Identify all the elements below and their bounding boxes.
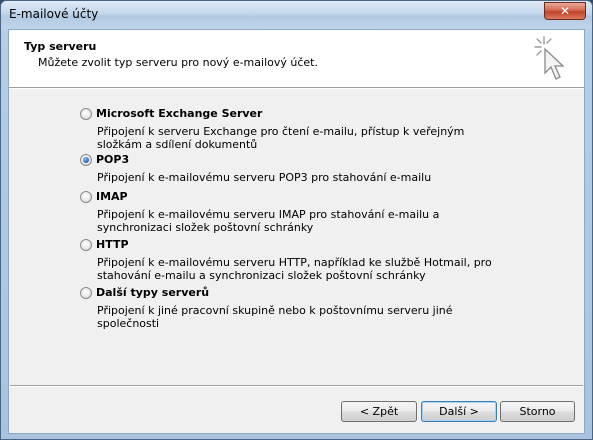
close-button[interactable]: ✕ (544, 2, 586, 20)
next-button[interactable]: Další > (421, 401, 497, 422)
dialog-client-area: Typ serveru Můžete zvolit typ serveru pr… (8, 29, 585, 434)
cancel-button[interactable]: Storno (500, 401, 575, 422)
option-label[interactable]: POP3 (96, 153, 129, 166)
option-description: Připojení k e-mailovému serveru HTTP, na… (97, 256, 492, 282)
option-description: Připojení k jiné pracovní skupině nebo k… (97, 304, 453, 330)
footer-divider (10, 385, 583, 387)
option-description: Připojení k e-mailovému serveru IMAP pro… (97, 208, 440, 234)
title-bar[interactable]: E-mailové účty ✕ (1, 1, 592, 29)
radio-imap[interactable] (80, 191, 92, 203)
radio-other[interactable] (80, 287, 92, 299)
option-label[interactable]: Microsoft Exchange Server (96, 107, 262, 120)
option-description: Připojení k serveru Exchange pro čtení e… (97, 125, 465, 151)
radio-http[interactable] (80, 239, 92, 251)
radio-pop3[interactable] (80, 154, 92, 166)
close-icon: ✕ (559, 4, 571, 18)
option-description: Připojení k e-mailovému serveru POP3 pro… (97, 171, 432, 184)
header-divider (9, 88, 584, 89)
page-title: Typ serveru (24, 40, 97, 53)
radio-exchange[interactable] (80, 108, 92, 120)
option-label[interactable]: Další typy serverů (96, 286, 209, 299)
option-label[interactable]: IMAP (96, 190, 128, 203)
window-title: E-mailové účty (9, 7, 99, 21)
wizard-header: Typ serveru Můžete zvolit typ serveru pr… (9, 30, 584, 88)
back-button[interactable]: < Zpět (341, 401, 417, 422)
cursor-sparkle-icon (534, 36, 565, 80)
page-subtitle: Můžete zvolit typ serveru pro nový e-mai… (38, 56, 318, 69)
dialog-window: E-mailové účty ✕ Typ serveru Můžete zvol… (0, 0, 593, 440)
option-label[interactable]: HTTP (96, 238, 129, 251)
